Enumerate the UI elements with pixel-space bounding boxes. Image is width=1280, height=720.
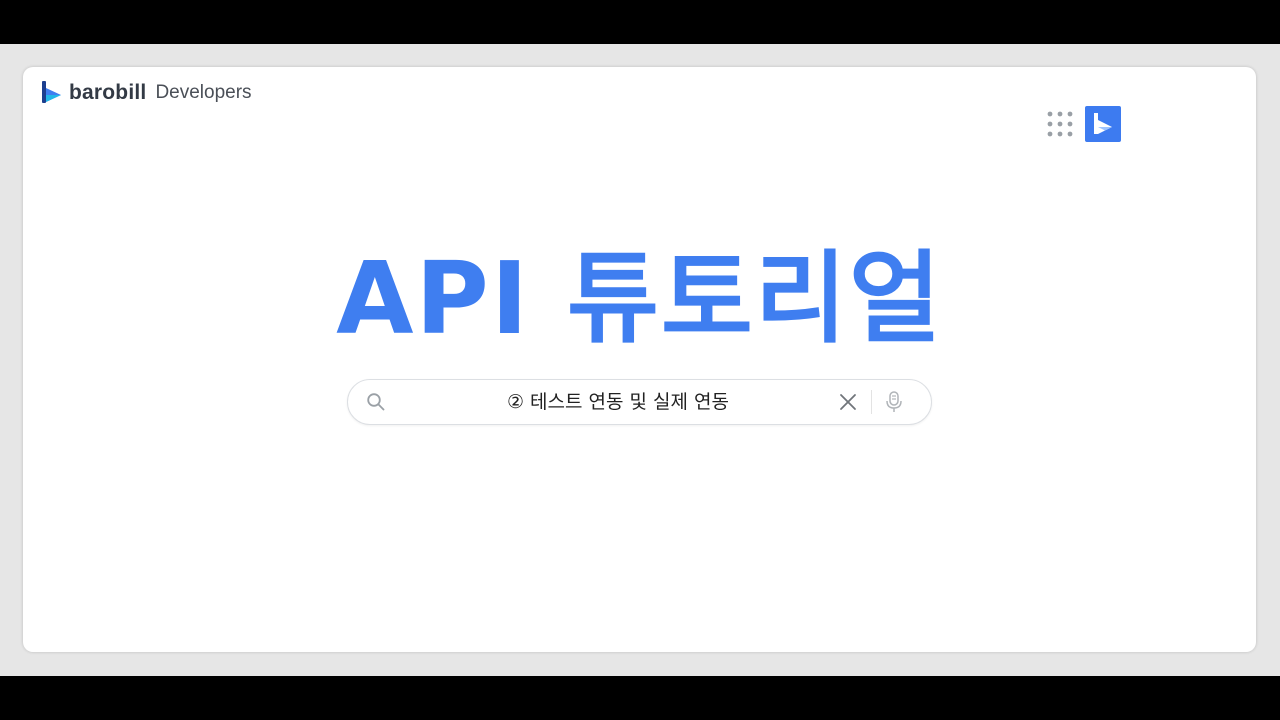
video-frame: barobill Developers API 튜토리얼 [0, 44, 1280, 676]
grid-apps-icon[interactable] [1045, 109, 1075, 139]
browser-window: barobill Developers API 튜토리얼 [23, 67, 1256, 652]
search-icon [367, 393, 385, 411]
page-title: API 튜토리얼 [336, 240, 943, 357]
brand-subtitle: Developers [155, 82, 252, 103]
barobill-logo-icon [42, 81, 61, 103]
close-icon[interactable] [838, 392, 858, 412]
search-divider [871, 390, 872, 414]
microphone-icon[interactable] [883, 390, 905, 414]
search-input[interactable] [408, 380, 828, 424]
barobill-logo-icon [1094, 113, 1112, 134]
search-bar[interactable] [347, 379, 932, 425]
letterbox-bottom [0, 676, 1280, 720]
brand-header[interactable]: barobill Developers [40, 79, 252, 107]
letterbox-top [0, 0, 1280, 44]
avatar[interactable] [1085, 106, 1121, 142]
brand-name: barobill [69, 81, 147, 104]
